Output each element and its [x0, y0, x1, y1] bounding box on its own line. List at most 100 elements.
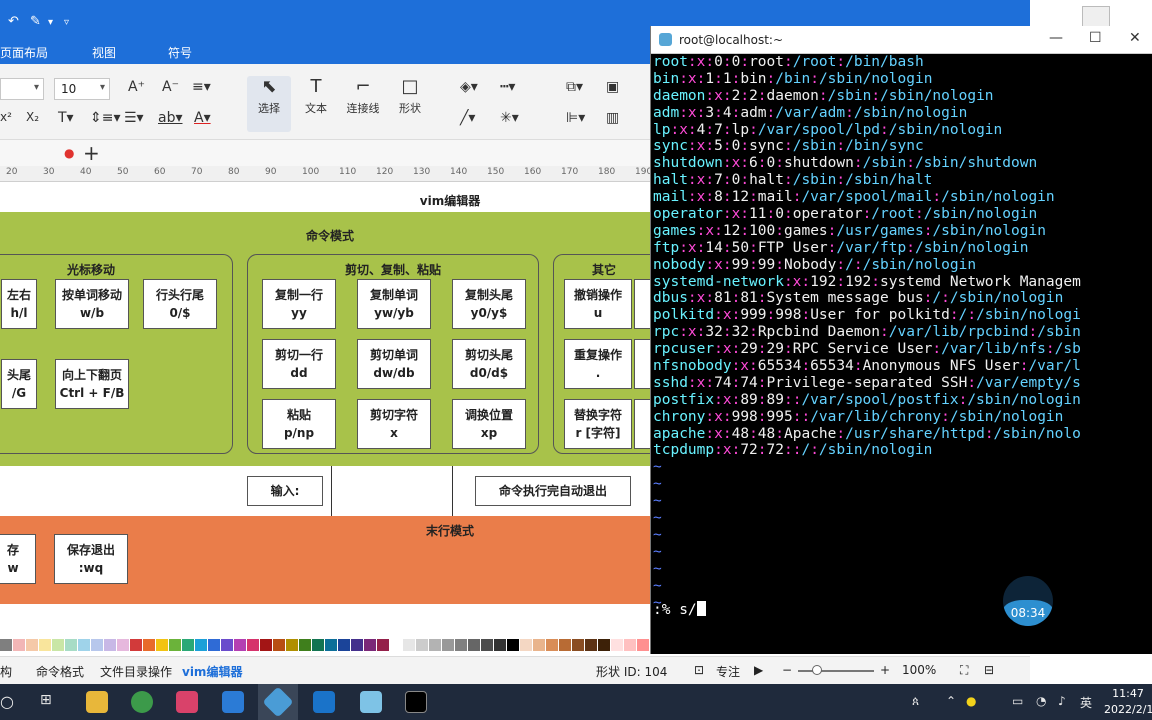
box-copy-word[interactable]: 复制单词 yw/yb: [357, 279, 431, 329]
align-icon[interactable]: ≡▾: [192, 79, 211, 95]
vim-command-line[interactable]: :% s/: [653, 601, 706, 618]
color-swatch[interactable]: [234, 639, 246, 651]
subscript-icon[interactable]: X₂: [26, 110, 39, 124]
effects-icon[interactable]: ✳▾: [500, 110, 519, 126]
distribute-icon[interactable]: ▥: [606, 110, 619, 126]
color-swatch[interactable]: [494, 639, 506, 651]
color-swatch[interactable]: [156, 639, 168, 651]
group-icon[interactable]: ▣: [606, 79, 619, 95]
start-search-icon[interactable]: ○: [0, 692, 14, 711]
color-swatch[interactable]: [65, 639, 77, 651]
page-tab-file-ops[interactable]: 文件目录操作: [100, 663, 172, 680]
color-swatch[interactable]: [286, 639, 298, 651]
color-swatch[interactable]: [52, 639, 64, 651]
terminal-window[interactable]: root@localhost:~ — ☐ ✕ root:x:0:0:root:/…: [650, 26, 1152, 654]
font-color-icon[interactable]: A▾: [194, 110, 211, 126]
text-style-icon[interactable]: T▾: [58, 110, 74, 126]
file-explorer-icon[interactable]: [86, 691, 108, 713]
box-repeat[interactable]: 重复操作.: [564, 339, 632, 389]
color-swatch[interactable]: [468, 639, 480, 651]
line-style-icon[interactable]: ┅▾: [500, 79, 515, 95]
menu-symbol[interactable]: 符号: [168, 44, 192, 61]
document-icon[interactable]: [1082, 6, 1110, 28]
fullscreen-icon[interactable]: ⛶: [960, 663, 968, 678]
box-left-right[interactable]: 左右 h/l: [1, 279, 37, 329]
color-swatch[interactable]: [208, 639, 220, 651]
font-shrink-icon[interactable]: A⁻: [162, 79, 179, 95]
page-tab-command-format[interactable]: 命令格式: [36, 663, 84, 680]
color-swatch[interactable]: [182, 639, 194, 651]
battery-icon[interactable]: ▭: [1012, 694, 1023, 708]
color-swatch[interactable]: [143, 639, 155, 651]
chrome-icon[interactable]: [131, 691, 153, 713]
box-swap-chars[interactable]: 调换位置 xp: [452, 399, 526, 449]
box-copy-line[interactable]: 复制一行 yy: [262, 279, 336, 329]
color-swatch[interactable]: [559, 639, 571, 651]
color-swatch[interactable]: [338, 639, 350, 651]
box-paste[interactable]: 粘贴 p/np: [262, 399, 336, 449]
box-cut-word[interactable]: 剪切单词 dw/db: [357, 339, 431, 389]
color-swatch[interactable]: [247, 639, 259, 651]
zoom-in-icon[interactable]: +: [880, 663, 890, 677]
color-swatch[interactable]: [377, 639, 389, 651]
vscode-icon[interactable]: [222, 691, 244, 713]
color-swatch[interactable]: [312, 639, 324, 651]
menu-view[interactable]: 视图: [92, 44, 116, 61]
tray-expand-icon[interactable]: ⌃: [946, 694, 956, 708]
remote-desktop-icon[interactable]: [313, 691, 335, 713]
color-swatch[interactable]: [221, 639, 233, 651]
maximize-icon[interactable]: ☐: [1089, 30, 1102, 46]
box-save[interactable]: 存w: [0, 534, 36, 584]
color-swatch[interactable]: [442, 639, 454, 651]
diagram-title[interactable]: vim编辑器: [300, 192, 600, 209]
color-swatch[interactable]: [299, 639, 311, 651]
box-undo[interactable]: 撤销操作 u: [564, 279, 632, 329]
line-spacing-icon[interactable]: ⇕≡▾: [90, 110, 121, 126]
color-swatch[interactable]: [598, 639, 610, 651]
color-swatch[interactable]: [273, 639, 285, 651]
color-swatch[interactable]: [364, 639, 376, 651]
group-cut-copy-paste[interactable]: 剪切、复制、粘贴 复制一行 yy 复制单词 yw/yb 复制头尾 y0/y$ 剪切一行…: [247, 254, 539, 454]
input-method-label[interactable]: 英: [1080, 694, 1092, 711]
system-clock[interactable]: 11:47 2022/2/1: [1104, 686, 1152, 718]
color-swatch[interactable]: [520, 639, 532, 651]
color-swatch[interactable]: [416, 639, 428, 651]
color-swatch[interactable]: [26, 639, 38, 651]
color-swatch[interactable]: [0, 639, 12, 651]
group-cursor-move[interactable]: 光标移动 左右 h/l 按单词移动 w/b 行头行尾 0/$ 头尾/G 向上下翻页 Ct…: [0, 254, 233, 454]
color-swatch[interactable]: [507, 639, 519, 651]
chevron-down-icon[interactable]: ▾: [48, 17, 53, 28]
color-swatch[interactable]: [390, 639, 402, 651]
close-icon[interactable]: ✕: [1129, 30, 1141, 46]
color-swatch[interactable]: [130, 639, 142, 651]
baidu-netdisk-icon[interactable]: [176, 691, 198, 713]
wifi-icon[interactable]: ◔: [1036, 694, 1046, 708]
color-swatch[interactable]: [195, 639, 207, 651]
volume-icon[interactable]: ♪: [1058, 694, 1066, 708]
color-swatch[interactable]: [546, 639, 558, 651]
tool-select[interactable]: ⬉ 选择: [247, 76, 291, 132]
box-replace-char[interactable]: 替换字符 r [字符]: [564, 399, 632, 449]
xftp-icon[interactable]: [360, 691, 382, 713]
fit-page-icon[interactable]: ⊟: [984, 663, 994, 677]
focus-label[interactable]: 专注: [716, 663, 740, 680]
color-swatch[interactable]: [429, 639, 441, 651]
color-swatch[interactable]: [39, 639, 51, 651]
fill-color-icon[interactable]: ◈▾: [460, 79, 478, 95]
color-swatch[interactable]: [13, 639, 25, 651]
zoom-level[interactable]: 100%: [902, 663, 936, 677]
color-swatch[interactable]: [533, 639, 545, 651]
page-tab-structure[interactable]: 构: [0, 663, 12, 680]
color-swatch[interactable]: [455, 639, 467, 651]
box-cut-head-tail[interactable]: 剪切头尾 d0/d$: [452, 339, 526, 389]
terminal-taskbar-icon[interactable]: [405, 691, 427, 713]
page-tab-vim[interactable]: vim编辑器: [182, 663, 242, 680]
add-tab-icon[interactable]: +: [83, 141, 100, 165]
color-swatch[interactable]: [260, 639, 272, 651]
zoom-slider-thumb[interactable]: [812, 665, 822, 675]
menu-page-layout[interactable]: 页面布局: [0, 44, 48, 61]
box-page-scroll[interactable]: 向上下翻页 Ctrl + F/B: [55, 359, 129, 409]
zoom-slider-track[interactable]: [798, 670, 874, 672]
tool-connector[interactable]: ⌐ 连接线: [341, 76, 385, 116]
font-family-select[interactable]: ▾: [0, 78, 44, 100]
